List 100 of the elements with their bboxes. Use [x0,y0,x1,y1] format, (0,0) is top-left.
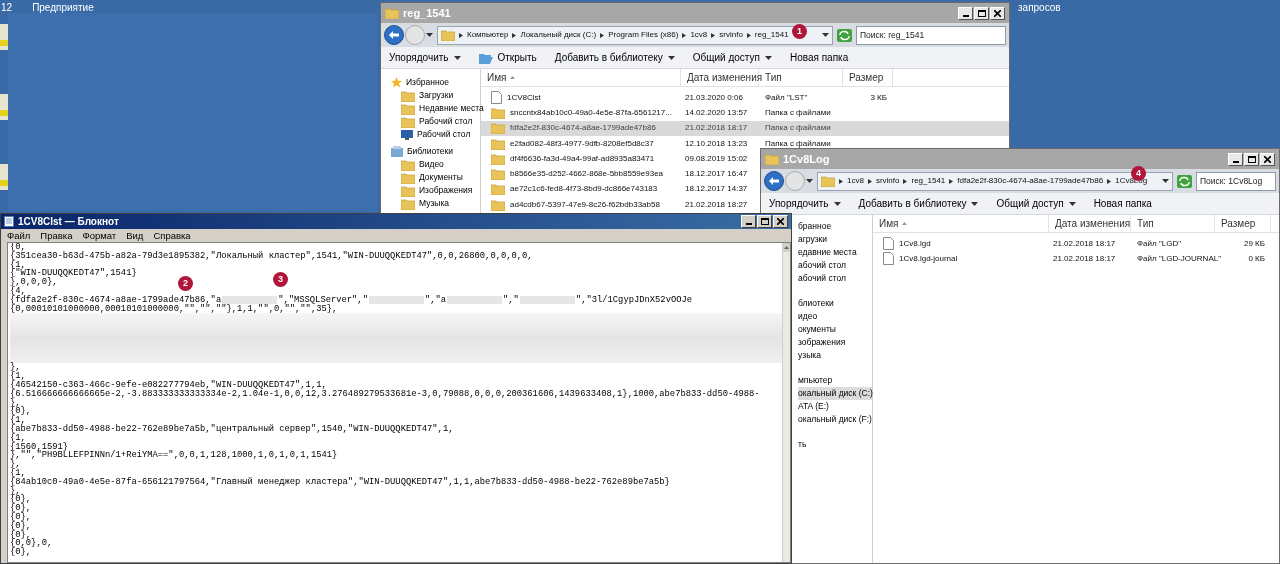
file-row[interactable]: ae72c1c6-fed8-4f73-8bd9-dc866e743183 18.12.2017 14:37 [481,181,759,198]
file-row[interactable]: b8566e35-d252-4662-868e-5bb8559e93ea 18.12.2017 16:47 [481,166,759,182]
column-header[interactable]: Дата изменения [1049,215,1131,232]
search-field[interactable]: Поиск: 1Cv8Log [1196,171,1276,191]
menu-item[interactable]: Файл [7,230,31,241]
nav-item[interactable]: идео [798,310,872,323]
menu-item[interactable]: Справка [153,230,191,241]
breadcrumb-item[interactable]: srvinfo [719,29,743,41]
file-row[interactable]: 1CV8Clst 21.03.2020 0:06 Файл "LST" 3 КБ [481,90,1009,106]
column-header[interactable]: Тип [1131,215,1215,232]
nav-item[interactable]: абочий стол [798,272,872,285]
column-header[interactable]: Размер [1215,215,1271,232]
breadcrumb-item[interactable]: reg_1541 [754,29,789,41]
minimize-button[interactable] [958,6,973,20]
nav-item[interactable]: Рабочий стол [391,115,480,128]
desktop-label: запросов [1018,1,1061,15]
maximize-button[interactable] [974,6,989,20]
toolbar-button[interactable]: Общий доступ [996,196,1076,211]
toolbar-button[interactable]: Открыть [478,50,537,65]
breadcrumb-item[interactable]: reg_1541 [911,175,946,187]
nav-item[interactable]: бранное [798,220,872,233]
file-type: Папка с файлами [765,123,831,133]
nav-item[interactable]: Изображения [391,184,480,197]
file-row[interactable]: fdfa2e2f-830c-4674-a8ae-1799ade47b86 21.02.2018 18:17 Папка с файлами [481,120,1009,136]
nav-item[interactable]: Библиотеки [391,145,480,158]
text-line: {1, [10,259,26,270]
toolbar-button[interactable]: Общий доступ [692,50,772,65]
text-line: ","3l/1CgypJDnX52vOOJe [575,295,693,305]
file-row[interactable]: df4f6636-fa3d-49a4-99af-ad8935a83471 09.08.2019 15:02 [481,151,759,167]
text-line: {0,00010101000000,00010101000000,"","",""},1,1,"",0,"","",35}, [10,303,338,314]
breadcrumb-item[interactable]: Локальный диск (C:) [520,29,597,41]
nav-item[interactable]: ATA (E:) [798,400,872,413]
breadcrumb-item[interactable]: 1cv8 [847,175,864,187]
column-header[interactable]: Имя [873,215,1049,232]
search-field[interactable]: Поиск: reg_1541 [856,25,1006,45]
modified-date: 18.12.2017 14:37 [685,184,748,194]
nav-item[interactable]: окальный диск (F:) [798,413,872,426]
back-button[interactable] [384,25,404,45]
toolbar-button[interactable]: Добавить в библиотеку [554,50,675,65]
folder-icon [821,175,835,187]
menu-item[interactable]: Вид [126,230,144,241]
nav-item[interactable]: Избранное [391,76,480,89]
minimize-button[interactable] [1228,152,1243,166]
breadcrumb-item[interactable]: Компьютер [467,29,509,41]
nav-item[interactable]: блиотеки [798,297,872,310]
modified-date: 18.12.2017 16:47 [685,169,748,179]
redacted-block [222,296,278,305]
folder-icon [401,102,415,115]
toolbar-button[interactable]: Новая папка [789,50,849,65]
nav-item[interactable]: абочий стол [798,259,872,272]
close-button[interactable] [990,6,1005,20]
text-line: {6.516666666666665e-2,-3.883333333333334e-2,1.04e-1,0,0,12,3.276489279533681e-3,0,79088,0,0,0,200361606,1439633408,1},1000,abe7b833-dd50-4988- [10,388,760,399]
folder-icon [401,184,415,197]
nav-item[interactable]: узыка [798,349,872,362]
toolbar-button[interactable]: Новая папка [1093,196,1152,211]
nav-item[interactable]: Музыка [391,197,480,210]
caret-icon [1068,201,1076,206]
maximize-button[interactable] [1244,152,1259,166]
column-header[interactable]: Имя [481,69,681,86]
file-type: Файл "LGD-JOURNAL" [1137,253,1222,263]
breadcrumb-item[interactable]: 1cv8 [690,29,708,41]
chevron-icon [1107,178,1112,184]
nav-item[interactable]: Рабочий стол [391,128,480,141]
close-button[interactable] [773,215,788,228]
breadcrumb-item[interactable]: fdfa2e2f-830c-4674-a8ae-1799ade47b86 [957,175,1104,187]
text-line: {351cea30-b63d-475b-a82a-79d3e1895382,"Локальный кластер",1541,"WIN-DUUQQKEDT47",0,0,26800,0,0,0,0, [10,250,533,261]
toolbar-button[interactable]: Упорядочить [769,196,841,211]
close-icon [777,218,784,225]
nav-item[interactable]: зображения [798,336,872,349]
nav-item[interactable]: агрузки [798,233,872,246]
toolbar-button[interactable]: Упорядочить [389,50,461,65]
text-line: ","a [424,295,447,305]
nav-item[interactable]: окальный диск (C:) [798,387,872,400]
file-row[interactable]: 1Cv8.lgd 21.02.2018 18:17 Файл "LGD" 29 КБ [873,236,1279,252]
minimize-button[interactable] [741,215,756,228]
toolbar-button[interactable]: Добавить в библиотеку [858,196,979,211]
refresh-icon[interactable] [837,28,852,42]
scroll-up-button[interactable] [783,243,790,252]
file-row[interactable]: 1Cv8.lgd-journal 21.02.2018 18:17 Файл "LGD-JOURNAL" 0 КБ [873,251,1279,267]
breadcrumb-item[interactable]: Program Files (x86) [608,29,679,41]
nav-item[interactable]: Видео [391,158,480,171]
caret-icon [833,201,841,206]
caret-icon [806,179,813,183]
menu-item[interactable]: Формат [82,230,117,241]
file-row[interactable]: ad4cdb67-5397-47e9-8c26-f62bdb33ab58 21.02.2018 18:27 [481,197,759,213]
maximize-button[interactable] [757,215,772,228]
nav-item[interactable]: едавние места [798,246,872,259]
back-button[interactable] [764,171,784,191]
column-header[interactable]: Размер [843,69,893,86]
refresh-icon[interactable] [1177,174,1192,188]
breadcrumb-item[interactable]: srvinfo [875,175,900,187]
menu-item[interactable]: Правка [40,230,73,241]
file-row[interactable]: e2fad082-48f3-4977-9dfb-8208ef5d8c37 12.10.2018 13:23 Папка с файлами [481,135,1009,152]
nav-item[interactable]: Документы [391,171,480,184]
nav-item[interactable]: окументы [798,323,872,336]
nav-item[interactable]: Загрузки [391,89,480,102]
sort-icon [510,76,516,79]
nav-item[interactable]: ть [798,438,872,451]
nav-item[interactable]: мпьютер [798,374,872,387]
close-button[interactable] [1260,152,1275,166]
